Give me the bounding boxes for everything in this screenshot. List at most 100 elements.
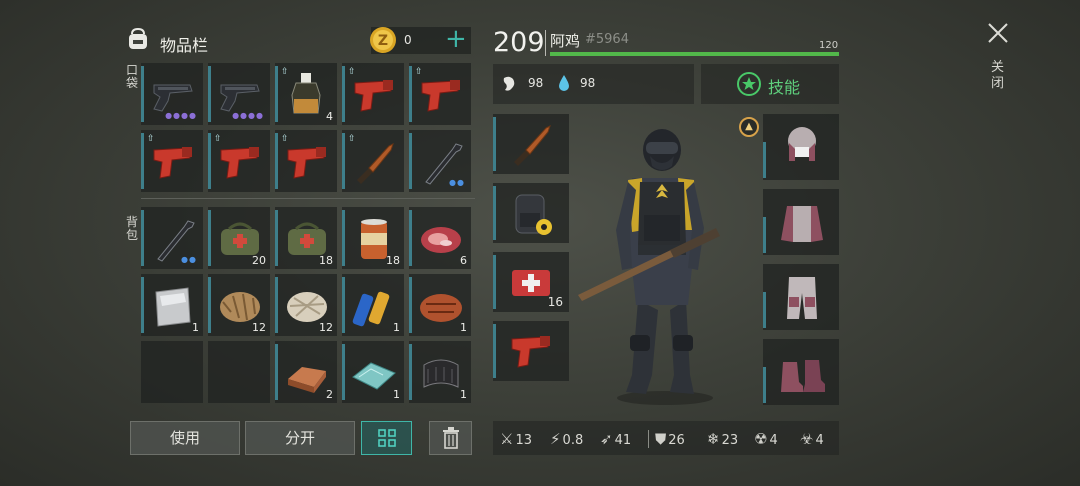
pocket-slot[interactable]: ●●●● [141, 63, 203, 125]
slot-durability-bar [342, 210, 345, 266]
pocket-slot[interactable]: ⇧ 4 [275, 63, 337, 125]
item-count: 4 [326, 110, 333, 123]
backpack-slot[interactable]: 6 [409, 207, 471, 269]
backpack-icon [129, 27, 147, 49]
upgrade-tag-icon: ⇧ [415, 67, 423, 77]
rarity-dots: ●●●● [232, 111, 264, 120]
boots-icon [781, 360, 825, 392]
pocket-label: 口袋 [126, 63, 139, 90]
use-button[interactable]: 使用 [130, 421, 240, 455]
player-name: 阿鸡 [550, 32, 581, 50]
split-button[interactable]: 分开 [245, 421, 355, 455]
item-count: 2 [326, 388, 333, 401]
pocket-slot[interactable]: ●●●● [208, 63, 270, 125]
inventory-header: 物品栏 Z 0 + [125, 24, 473, 56]
stat-value: 41 [614, 433, 632, 448]
backpack-slot[interactable]: 20 [208, 207, 270, 269]
weapon-slot[interactable] [493, 114, 569, 174]
pocket-divider [141, 198, 475, 199]
flare-gun-icon [511, 336, 550, 368]
backpack-slot[interactable]: 12 [275, 274, 337, 336]
weapon-slot[interactable] [493, 183, 569, 243]
skills-button[interactable]: 技能 [701, 64, 839, 104]
backpack-slot[interactable]: 1 [342, 341, 404, 403]
cold-resist-icon: ❄ [707, 430, 720, 448]
trash-icon [442, 427, 459, 449]
item-count: 6 [460, 254, 467, 267]
pocket-slot[interactable]: ⇧ [409, 63, 471, 125]
trash-button[interactable] [429, 421, 472, 455]
backpack-slot[interactable]: 1 [342, 274, 404, 336]
close-label[interactable]: 关闭 [991, 60, 1005, 92]
armor-slot[interactable] [763, 189, 839, 255]
add-coins-button[interactable]: + [445, 24, 467, 54]
slot-durability-bar [275, 133, 278, 189]
stat-damage: ⚔ 13 [500, 430, 532, 448]
slot-durability-bar [275, 344, 278, 400]
slot-durability-bar [342, 66, 345, 122]
armor-slot[interactable] [763, 339, 839, 405]
hp-value: 120 [819, 40, 839, 51]
slot-durability-bar [342, 133, 345, 189]
close-icon[interactable] [987, 22, 1009, 44]
metal-sheet-icon [155, 287, 191, 327]
slot-durability-bar [763, 142, 766, 178]
slot-durability-bar [409, 66, 412, 122]
pocket-slot[interactable]: ⇧ [342, 63, 404, 125]
slot-durability-bar [275, 66, 278, 122]
armor-slot[interactable] [763, 114, 839, 180]
armor-slot[interactable] [763, 264, 839, 330]
raw-meat-icon [421, 227, 461, 253]
pocket-slot[interactable]: ⇧ [208, 130, 270, 192]
rarity-dots: ●● [181, 255, 197, 264]
sort-grid-button[interactable] [361, 421, 412, 455]
glass-icon [352, 362, 396, 390]
backpack-slot[interactable] [208, 341, 270, 403]
item-count: 18 [319, 254, 333, 267]
stat-armor: ⛊ 26 [655, 430, 685, 448]
item-count: 1 [460, 321, 467, 334]
backpack-slot[interactable]: 2 [275, 341, 337, 403]
slot-durability-bar [763, 217, 766, 253]
hp-bar-track [550, 52, 839, 56]
slot-durability-bar [763, 367, 766, 403]
backpack-slot[interactable] [141, 341, 203, 403]
pants-icon [787, 277, 817, 319]
backpack-slot[interactable]: 18 [275, 207, 337, 269]
backpack-slot[interactable]: 18 [342, 207, 404, 269]
pocket-slot[interactable]: ●● [409, 130, 471, 192]
molotov-icon [291, 73, 321, 114]
skills-label: 技能 [768, 78, 801, 97]
backpack-slot[interactable]: 12 [208, 274, 270, 336]
vitals-panel: 98 98 [493, 64, 694, 104]
backpack-slot[interactable]: 1 [409, 341, 471, 403]
speed-icon: ➶ [600, 430, 613, 448]
slot-durability-bar [409, 133, 412, 189]
weapon-slot[interactable] [493, 321, 569, 381]
knife-icon [357, 143, 394, 184]
backpack-slot[interactable]: 1 [409, 274, 471, 336]
stat-value: 26 [668, 433, 685, 448]
copper-ingot-icon [288, 367, 326, 393]
grid-icon [377, 429, 396, 447]
slot-durability-bar [763, 292, 766, 328]
backpack-slot[interactable]: 1 [141, 274, 203, 336]
backpack-slot[interactable]: ●● [141, 207, 203, 269]
level-divider [545, 30, 546, 56]
stat-speed: ➶ 41 [600, 430, 631, 448]
rarity-dots: ●●●● [165, 111, 197, 120]
flare-gun-icon [287, 147, 326, 179]
slot-durability-bar [141, 133, 144, 189]
item-count: 1 [393, 321, 400, 334]
slot-durability-bar [493, 117, 496, 171]
pocket-slot[interactable]: ⇧ [342, 130, 404, 192]
item-count: 12 [319, 321, 333, 334]
weapon-slot[interactable]: 16 [493, 252, 569, 312]
pocket-slot[interactable]: ⇧ [275, 130, 337, 192]
damage-icon: ⚔ [500, 430, 514, 448]
slot-durability-bar [275, 277, 278, 333]
hat-icon [788, 127, 816, 161]
upgrade-tag-icon: ⇧ [281, 67, 289, 77]
flare-gun-icon [354, 80, 393, 112]
pocket-slot[interactable]: ⇧ [141, 130, 203, 192]
